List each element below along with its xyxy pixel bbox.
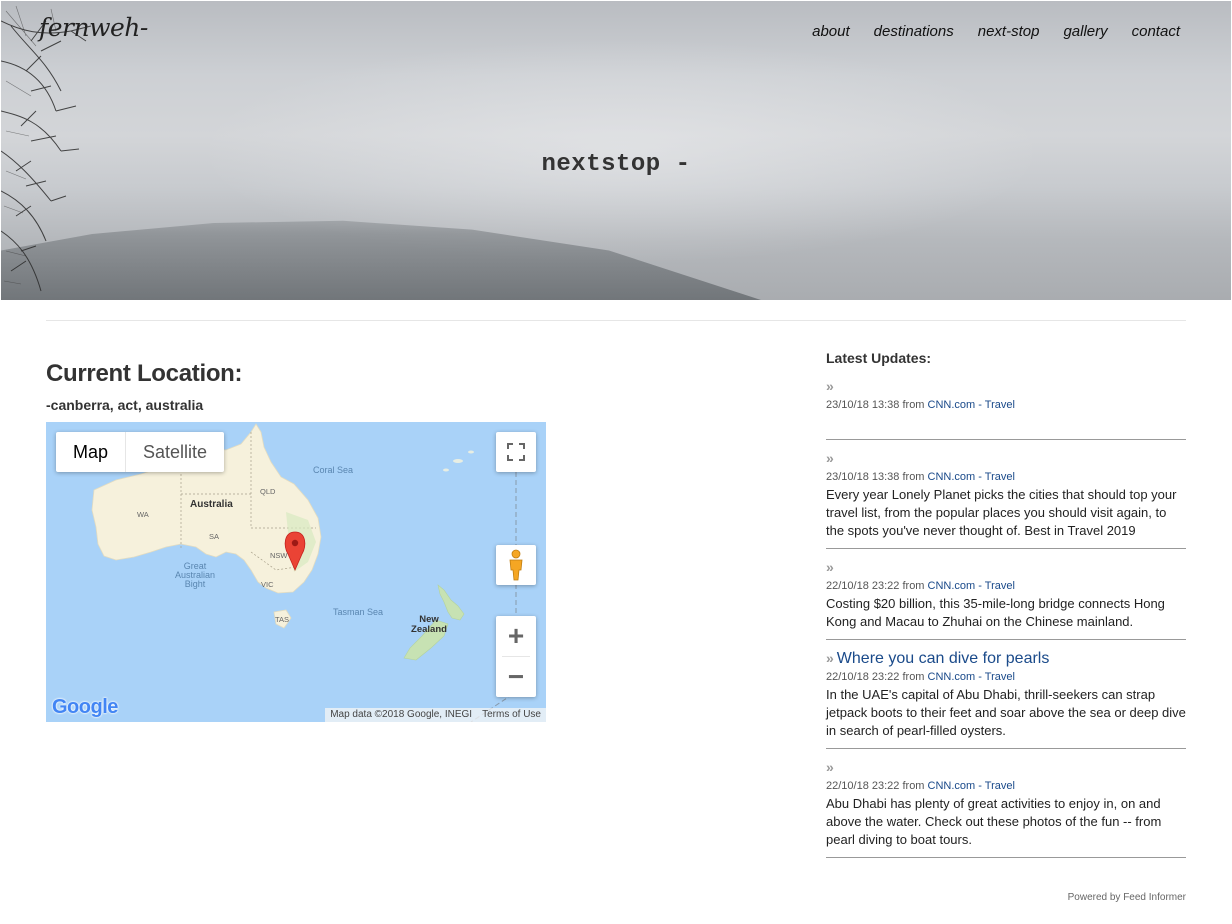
feed-item: » 22/10/18 23:22 from CNN.com - Travel Abu… xyxy=(826,759,1186,858)
hero-banner: fernweh- about destinations next-stop ga… xyxy=(1,1,1231,300)
feed-item-from: from xyxy=(902,580,925,592)
feed-item-from: from xyxy=(902,671,925,683)
label-australia: Australia xyxy=(190,499,233,510)
feed-item-source[interactable]: CNN.com - Travel xyxy=(928,471,1015,483)
label-bight-3: Bight xyxy=(185,579,206,589)
pegman-icon xyxy=(509,549,523,581)
label-wa: WA xyxy=(137,510,149,519)
updates-heading: Latest Updates: xyxy=(826,350,932,366)
feed-item: » Where you can dive for pearls 22/10/18 2… xyxy=(826,650,1186,749)
latest-updates-feed: Latest Updates: » 23/10/18 13:38 from CNN… xyxy=(826,350,1186,868)
map-embed[interactable]: Australia WA QLD SA NSW VIC TAS Coral Se… xyxy=(46,422,546,722)
nav-about[interactable]: about xyxy=(812,23,850,40)
label-qld: QLD xyxy=(260,487,276,496)
nav-destinations[interactable]: destinations xyxy=(874,23,954,40)
feed-item-source[interactable]: CNN.com - Travel xyxy=(928,399,1015,411)
feed-item-from: from xyxy=(902,780,925,792)
map-attribution-bar: Map data ©2018 Google, INEGI Terms of Us… xyxy=(325,708,546,722)
feed-item-date: 22/10/18 23:22 xyxy=(826,580,900,592)
double-chevron-icon: » xyxy=(826,559,834,575)
label-coral-sea: Coral Sea xyxy=(313,465,353,475)
feed-item: » 23/10/18 13:38 from CNN.com - Travel xyxy=(826,378,1186,440)
feed-item-meta: 22/10/18 23:22 from CNN.com - Travel xyxy=(826,780,1186,792)
double-chevron-icon: » xyxy=(826,650,834,666)
zoom-out-button[interactable]: − xyxy=(496,657,536,697)
feed-item-title[interactable]: Where you can dive for pearls xyxy=(837,650,1050,667)
feed-item-date: 22/10/18 23:22 xyxy=(826,671,900,683)
map-type-map-button[interactable]: Map xyxy=(56,432,127,472)
map-terms-link[interactable]: Terms of Use xyxy=(477,708,546,722)
powered-by-link[interactable]: Powered by Feed Informer xyxy=(1068,892,1186,903)
google-logo-text: Google xyxy=(52,696,118,718)
feed-item-description: Costing $20 billion, this 35-mile-long b… xyxy=(826,596,1165,629)
feed-item-description: Abu Dhabi has plenty of great activities… xyxy=(826,796,1162,847)
feed-item-date: 23/10/18 13:38 xyxy=(826,399,900,411)
map-type-satellite-button[interactable]: Satellite xyxy=(126,432,224,472)
street-view-pegman-button[interactable] xyxy=(496,545,536,585)
feed-item-meta: 23/10/18 13:38 from CNN.com - Travel xyxy=(826,399,1186,411)
feed-item-description: In the UAE's capital of Abu Dhabi, thril… xyxy=(826,687,1186,738)
feed-item-date: 22/10/18 23:22 xyxy=(826,780,900,792)
feed-item: » 22/10/18 23:22 from CNN.com - Travel Cos… xyxy=(826,559,1186,640)
map-attribution: Map data ©2018 Google, INEGI xyxy=(325,708,478,722)
fullscreen-icon xyxy=(507,443,525,461)
feed-item-source[interactable]: CNN.com - Travel xyxy=(928,671,1015,683)
feed-item-from: from xyxy=(902,399,925,411)
double-chevron-icon: » xyxy=(826,378,834,394)
site-logo[interactable]: fernweh- xyxy=(39,13,148,42)
section-divider xyxy=(46,320,1186,321)
feed-item-source[interactable]: CNN.com - Travel xyxy=(928,780,1015,792)
label-tas: TAS xyxy=(275,615,289,624)
double-chevron-icon: » xyxy=(826,759,834,775)
google-logo[interactable]: Google xyxy=(52,696,118,719)
feed-item-meta: 22/10/18 23:22 from CNN.com - Travel xyxy=(826,671,1186,683)
nav-next-stop[interactable]: next-stop xyxy=(978,23,1040,40)
nav-contact[interactable]: contact xyxy=(1132,23,1180,40)
main-nav: about destinations next-stop gallery con… xyxy=(788,23,1180,40)
feed-item-date: 23/10/18 13:38 xyxy=(826,471,900,483)
label-nz-2: Zealand xyxy=(411,624,447,635)
feed-item-meta: 22/10/18 23:22 from CNN.com - Travel xyxy=(826,580,1186,592)
feed-item-meta: 23/10/18 13:38 from CNN.com - Travel xyxy=(826,471,1186,483)
location-heading: Current Location: xyxy=(46,360,243,387)
nav-gallery[interactable]: gallery xyxy=(1063,23,1107,40)
location-place: -canberra, act, australia xyxy=(46,397,204,413)
map-type-control: Map Satellite xyxy=(56,432,225,472)
label-tasman-sea: Tasman Sea xyxy=(333,607,383,617)
label-vic: VIC xyxy=(261,580,274,589)
double-chevron-icon: » xyxy=(826,450,834,466)
label-sa: SA xyxy=(209,532,219,541)
feed-item-description: Every year Lonely Planet picks the citie… xyxy=(826,487,1177,538)
zoom-in-button[interactable]: + xyxy=(496,616,536,656)
fullscreen-button[interactable] xyxy=(496,432,536,472)
feed-item: » 23/10/18 13:38 from CNN.com - Travel Eve… xyxy=(826,450,1186,549)
feed-list: » 23/10/18 13:38 from CNN.com - Travel » 23… xyxy=(826,378,1186,858)
feed-item-source[interactable]: CNN.com - Travel xyxy=(928,580,1015,592)
zoom-control: + − xyxy=(496,616,536,697)
hero-title: nextstop - xyxy=(541,151,691,178)
feed-item-from: from xyxy=(902,471,925,483)
label-nsw: NSW xyxy=(270,551,288,560)
